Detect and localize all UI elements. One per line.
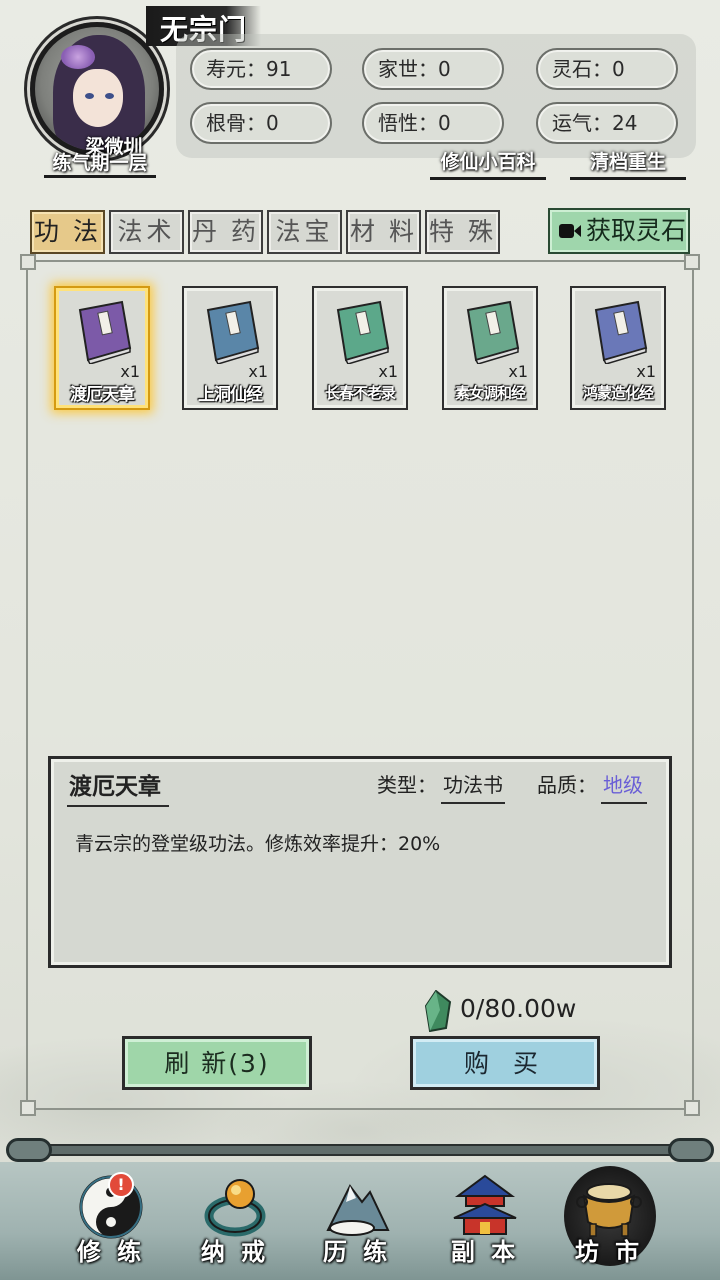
item-quantity: x1 (248, 362, 268, 381)
technique-book-icon (594, 300, 648, 364)
item-slot[interactable]: x1 素女调和经 (442, 286, 538, 410)
get-spirit-stone-button[interactable]: 获取灵石 (548, 208, 690, 254)
item-name: 上洞仙经 (198, 385, 263, 405)
detail-description: 青云宗的登堂级功法。修炼效率提升：20% (75, 833, 441, 855)
buy-button[interactable]: 购 买 (410, 1036, 600, 1090)
nav-cultivate[interactable]: ! 修 练 (56, 1162, 166, 1280)
nav-label: 副 本 (450, 1238, 520, 1266)
video-camera-icon (559, 224, 581, 238)
tab-spells[interactable]: 法术 (109, 210, 184, 254)
bottom-navigation: ! 修 练 纳 戒 历 练 副 本 坊 市 (0, 1162, 720, 1280)
frame-corner (684, 254, 700, 270)
tab-pills[interactable]: 丹 药 (188, 210, 263, 254)
reset-save-link[interactable]: 清档重生 (570, 148, 686, 180)
stat-comprehension: 悟性：0 (362, 102, 504, 144)
notification-badge: ! (108, 1172, 134, 1198)
nav-storage-ring[interactable]: 纳 戒 (180, 1162, 290, 1280)
nav-label: 坊 市 (574, 1238, 644, 1266)
detail-quality-value: 地级 (601, 769, 647, 804)
detail-title: 渡厄天章 (67, 767, 169, 807)
hair-flower-icon (61, 45, 95, 69)
item-quantity: x1 (508, 362, 528, 381)
nav-label: 纳 戒 (200, 1238, 270, 1266)
detail-type-value: 功法书 (441, 769, 505, 804)
tab-special[interactable]: 特 殊 (425, 210, 500, 254)
tab-treasures[interactable]: 法宝 (267, 210, 342, 254)
scroll-rod-divider (0, 1138, 720, 1162)
cultivation-realm: 练气期一层 (44, 148, 156, 178)
item-slot[interactable]: x1 鸿蒙造化经 (570, 286, 666, 410)
item-name: 素女调和经 (454, 384, 526, 402)
price-text: 0/80.00w (460, 994, 577, 1023)
item-slot[interactable]: x1 上洞仙经 (182, 286, 278, 410)
nav-market[interactable]: 坊 市 (554, 1162, 664, 1280)
stat-root-bone: 根骨：0 (190, 102, 332, 144)
detail-quality-label: 品质： (537, 773, 597, 797)
item-slot[interactable]: x1 长春不老录 (312, 286, 408, 410)
stat-lifespan: 寿元：91 (190, 48, 332, 90)
item-name: 渡厄天章 (70, 385, 135, 405)
item-detail-panel: 渡厄天章 类型： 功法书 品质： 地级 青云宗的登堂级功法。修炼效率提升：20% (48, 756, 672, 968)
nav-label: 修 练 (76, 1238, 146, 1266)
wiki-link[interactable]: 修仙小百科 (430, 148, 546, 180)
frame-corner (20, 1100, 36, 1116)
frame-corner (20, 254, 36, 270)
nav-adventure[interactable]: 历 练 (302, 1162, 412, 1280)
technique-book-icon (78, 300, 132, 364)
tab-techniques[interactable]: 功 法 (30, 210, 105, 254)
technique-book-icon (466, 300, 520, 364)
technique-book-icon (336, 300, 390, 364)
item-quantity: x1 (636, 362, 656, 381)
get-spirit-stone-label: 获取灵石 (586, 216, 687, 245)
technique-book-icon (206, 300, 260, 364)
item-slot[interactable]: x1 渡厄天章 (54, 286, 150, 410)
item-name: 鸿蒙造化经 (582, 384, 654, 402)
stat-luck: 运气：24 (536, 102, 678, 144)
stat-spirit-stone: 灵石：0 (536, 48, 678, 90)
item-quantity: x1 (120, 362, 140, 381)
spirit-stone-icon (424, 990, 452, 1032)
frame-corner (684, 1100, 700, 1116)
tab-materials[interactable]: 材 料 (346, 210, 421, 254)
refresh-button[interactable]: 刷 新(3) (122, 1036, 312, 1090)
item-quantity: x1 (378, 362, 398, 381)
category-tabs: 功 法 法术 丹 药 法宝 材 料 特 殊 (30, 210, 500, 254)
detail-type-label: 类型： (377, 773, 437, 797)
nav-dungeon[interactable]: 副 本 (430, 1162, 540, 1280)
nav-label: 历 练 (322, 1238, 392, 1266)
item-name: 长春不老录 (324, 384, 396, 402)
stat-family: 家世：0 (362, 48, 504, 90)
